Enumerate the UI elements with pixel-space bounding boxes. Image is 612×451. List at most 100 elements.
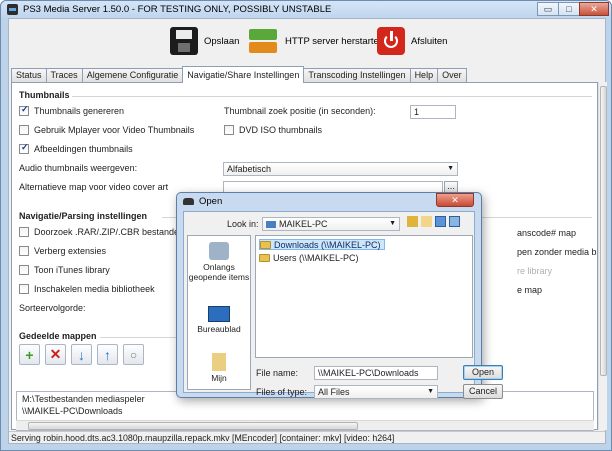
browse-archives-checkbox[interactable]: Doorzoek .RAR/.ZIP/.CBR bestanden [19, 227, 184, 237]
open-dialog: Open ✕ Look in: MAIKEL-PC ▼ Onlangs geop… [176, 192, 503, 399]
file-type-label: Files of type: [256, 387, 308, 397]
cancel-button[interactable]: Cancel [463, 384, 503, 399]
checkbox-label: Toon iTunes library [34, 265, 110, 275]
media-library-checkbox[interactable]: Inschakelen media bibliotheek [19, 284, 155, 294]
place-label: Bureaublad [197, 324, 241, 334]
tab-status[interactable]: Status [11, 68, 47, 83]
scroll-thumb[interactable] [600, 86, 607, 376]
generate-thumbnails-checkbox[interactable]: Thumbnails genereren [19, 104, 125, 116]
alt-cover-folder-label: Alternatieve map voor video cover art [19, 182, 169, 192]
divider [72, 96, 592, 97]
checkbox-box [19, 142, 29, 154]
checkbox-label: Gebruik Mplayer voor Video Thumbnails [34, 125, 195, 135]
add-folder-button[interactable]: + [19, 344, 40, 365]
checkbox-label: DVD ISO thumbnails [239, 125, 323, 135]
file-type-select[interactable]: All Files ▼ [314, 385, 438, 399]
checkbox-label: Verberg extensies [34, 246, 107, 256]
audio-thumbnails-label: Audio thumbnails weergeven: [19, 163, 138, 173]
maximize-button[interactable]: □ [558, 2, 580, 16]
tab-traces[interactable]: Traces [45, 68, 83, 83]
checkbox-label: Thumbnails genereren [34, 106, 125, 116]
image-thumbnails-checkbox[interactable]: Afbeeldingen thumbnails [19, 142, 133, 154]
open-button[interactable]: Open [463, 365, 503, 380]
file-item-label: Downloads (\\MAIKEL-PC) [274, 239, 381, 250]
quit-button[interactable]: Afsluiten [377, 23, 447, 59]
search-button[interactable]: ○ [123, 344, 144, 365]
add-folder-icon: + [25, 346, 34, 363]
checkbox-label: Afbeeldingen thumbnails [34, 144, 133, 154]
minimize-button[interactable]: ▭ [537, 2, 559, 16]
chevron-down-icon: ▼ [447, 165, 454, 172]
save-label: Opslaan [204, 35, 240, 47]
sort-order-label: Sorteervolgorde: [19, 303, 86, 313]
vertical-scrollbar[interactable] [598, 82, 607, 430]
dialog-close-button[interactable]: ✕ [436, 193, 474, 207]
tab-general-config[interactable]: Algemene Configuratie [81, 68, 184, 83]
move-down-button[interactable]: ↓ [71, 344, 92, 365]
tab-help[interactable]: Help [409, 68, 439, 83]
dialog-body: Look in: MAIKEL-PC ▼ Onlangs geopende it… [183, 211, 503, 399]
file-item-downloads[interactable]: Downloads (\\MAIKEL-PC) [259, 239, 385, 250]
checkbox-label: Doorzoek .RAR/.ZIP/.CBR bestanden [34, 227, 185, 237]
power-icon [377, 27, 405, 55]
folder-option: e map [517, 285, 543, 295]
checkbox-box [19, 125, 29, 135]
title-bar: PS3 Media Server 1.50.0 - FOR TESTING ON… [1, 1, 611, 18]
folder-icon [260, 240, 271, 249]
recent-items-place[interactable]: Onlangs geopende items [188, 242, 250, 282]
place-label: Mijn [211, 373, 227, 383]
quit-label: Afsluiten [411, 35, 448, 47]
desktop-icon [208, 306, 230, 322]
file-type-value: All Files [318, 387, 350, 397]
library-option: re library [517, 266, 553, 276]
shared-folder-item[interactable]: \\MAIKEL-PC\Downloads [22, 406, 123, 416]
hide-extensions-checkbox[interactable]: Verberg extensies [19, 246, 106, 256]
itunes-library-checkbox[interactable]: Toon iTunes library [19, 265, 110, 275]
desktop-place[interactable]: Bureaublad [188, 306, 250, 334]
audio-thumbnails-select[interactable]: Alfabetisch ▼ [223, 162, 458, 176]
tab-bar: Status Traces Algemene Configuratie Navi… [11, 66, 467, 83]
new-folder-icon[interactable] [421, 216, 432, 227]
close-button[interactable]: ✕ [579, 2, 609, 16]
magnifier-icon: ○ [129, 347, 138, 362]
tab-about[interactable]: Over [437, 68, 467, 83]
chevron-down-icon: ▼ [389, 220, 396, 227]
file-list[interactable]: Downloads (\\MAIKEL-PC) Users (\\MAIKEL-… [255, 235, 473, 358]
list-view-icon[interactable] [435, 216, 446, 227]
transcode-folder-option: anscode# map [517, 228, 577, 238]
seek-position-input[interactable]: 1 [410, 105, 456, 119]
floppy-disk-icon [170, 27, 198, 55]
look-in-select[interactable]: MAIKEL-PC ▼ [262, 217, 400, 231]
scroll-thumb[interactable] [28, 422, 358, 430]
details-view-icon[interactable] [449, 216, 460, 227]
dvd-iso-thumbnails-checkbox[interactable]: DVD ISO thumbnails [224, 125, 322, 135]
toolbar: Opslaan HTTP server herstarten Afsluiten [9, 19, 605, 67]
remove-folder-button[interactable]: ✕ [45, 344, 66, 365]
tab-transcoding[interactable]: Transcoding Instellingen [303, 68, 411, 83]
file-name-label: File name: [256, 368, 299, 378]
arrow-up-icon: ↑ [104, 346, 111, 363]
file-item-label: Users (\\MAIKEL-PC) [273, 252, 359, 263]
app-icon [7, 4, 18, 15]
up-folder-icon[interactable] [407, 216, 418, 227]
tab-navigation-share[interactable]: Navigatie/Share Instellingen [182, 66, 305, 83]
move-up-button[interactable]: ↑ [97, 344, 118, 365]
file-name-input[interactable]: \\MAIKEL-PC\Downloads [314, 366, 438, 380]
checkbox-box [19, 246, 29, 256]
open-without-media-option: pen zonder media b [517, 247, 597, 257]
places-bar: Onlangs geopende items Bureaublad Mijn [187, 235, 251, 390]
mplayer-thumbnails-checkbox[interactable]: Gebruik Mplayer voor Video Thumbnails [19, 125, 194, 135]
my-documents-place[interactable]: Mijn [188, 353, 250, 383]
checkbox-box [19, 104, 29, 116]
horizontal-scrollbar[interactable] [16, 420, 594, 430]
look-in-value: MAIKEL-PC [279, 219, 328, 229]
chevron-down-icon: ▼ [427, 388, 434, 395]
app-icon [183, 198, 194, 205]
restart-server-button[interactable]: HTTP server herstarten [247, 23, 384, 59]
delete-x-icon: ✕ [49, 346, 62, 362]
checkbox-label: Inschakelen media bibliotheek [34, 284, 155, 294]
dialog-title: Open [199, 196, 223, 207]
save-button[interactable]: Opslaan [170, 23, 239, 59]
file-item-users[interactable]: Users (\\MAIKEL-PC) [259, 252, 362, 263]
shared-folder-item[interactable]: M:\Testbestanden mediaspeler [22, 394, 145, 404]
